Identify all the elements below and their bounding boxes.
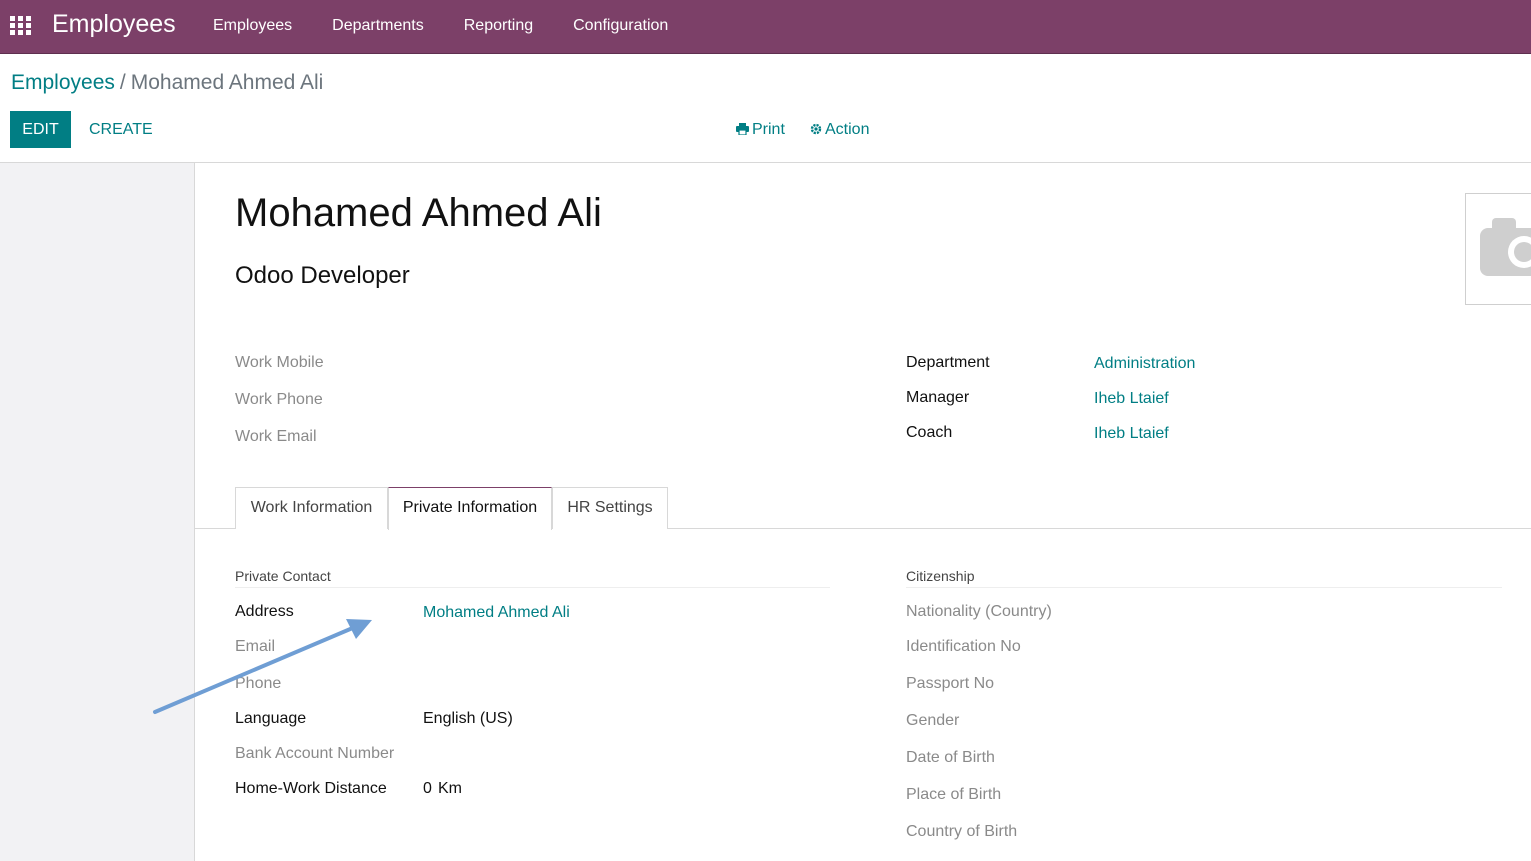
- language-value: English (US): [423, 710, 513, 727]
- main-menu: Employees Departments Reporting Configur…: [213, 17, 708, 35]
- place-of-birth-label: Place of Birth: [906, 786, 1002, 803]
- passport-label: Passport No: [906, 675, 995, 692]
- private-contact-title: Private Contact: [235, 568, 331, 584]
- avatar[interactable]: [1465, 193, 1531, 305]
- left-gutter: [0, 163, 195, 861]
- manager-label: Manager: [906, 389, 970, 406]
- home-work-distance-label: Home-Work Distance: [235, 780, 387, 797]
- work-mobile-label: Work Mobile: [235, 354, 324, 371]
- date-of-birth-label: Date of Birth: [906, 749, 995, 766]
- work-email-label: Work Email: [235, 428, 317, 445]
- private-contact-rule: [235, 587, 830, 588]
- home-work-distance-value: 0: [423, 780, 432, 797]
- breadcrumb-separator: /: [119, 71, 126, 94]
- printer-icon: [736, 121, 752, 138]
- bank-account-label: Bank Account Number: [235, 745, 395, 762]
- citizenship-rule: [906, 587, 1502, 588]
- breadcrumb-current: Mohamed Ahmed Ali: [130, 71, 324, 94]
- home-work-distance-unit: Km: [438, 780, 462, 797]
- gender-label: Gender: [906, 712, 960, 729]
- menu-employees[interactable]: Employees: [213, 17, 292, 35]
- coach-label: Coach: [906, 424, 953, 441]
- country-of-birth-label: Country of Birth: [906, 823, 1018, 840]
- breadcrumb: Employees / Mohamed Ahmed Ali: [11, 71, 323, 95]
- tab-hr-settings[interactable]: HR Settings: [552, 487, 668, 529]
- annotation-arrow: [153, 619, 372, 714]
- tab-private-information[interactable]: Private Information: [388, 487, 552, 530]
- form-sheet: Mohamed Ahmed Ali Odoo Developer Work Mo…: [195, 163, 1531, 861]
- camera-icon: [1480, 218, 1531, 276]
- app-title[interactable]: Employees: [52, 10, 176, 39]
- menu-departments[interactable]: Departments: [332, 17, 424, 35]
- action-button[interactable]: Action: [810, 121, 869, 139]
- department-label: Department: [906, 354, 990, 371]
- gear-icon: [810, 121, 825, 138]
- employee-name: Mohamed Ahmed Ali: [235, 191, 602, 235]
- print-label: Print: [752, 121, 785, 138]
- work-phone-label: Work Phone: [235, 391, 323, 408]
- identification-label: Identification No: [906, 638, 1021, 655]
- coach-value[interactable]: Iheb Ltaief: [1094, 425, 1169, 443]
- menu-reporting[interactable]: Reporting: [464, 17, 533, 35]
- action-label: Action: [825, 121, 870, 138]
- nationality-label: Nationality (Country): [906, 603, 1052, 620]
- citizenship-title: Citizenship: [906, 568, 975, 584]
- address-value[interactable]: Mohamed Ahmed Ali: [423, 604, 570, 622]
- breadcrumb-parent[interactable]: Employees: [11, 71, 115, 94]
- top-navbar: Employees Employees Departments Reportin…: [0, 0, 1531, 54]
- department-value[interactable]: Administration: [1094, 355, 1195, 373]
- edit-button[interactable]: EDIT: [10, 111, 71, 148]
- create-button[interactable]: CREATE: [80, 111, 162, 148]
- print-button[interactable]: Print: [736, 121, 785, 139]
- manager-value[interactable]: Iheb Ltaief: [1094, 390, 1169, 408]
- control-panel: Employees / Mohamed Ahmed Ali EDIT CREATE …: [0, 54, 1531, 163]
- employee-job-title: Odoo Developer: [235, 262, 410, 289]
- grid-icon[interactable]: [10, 16, 32, 36]
- menu-configuration[interactable]: Configuration: [573, 17, 668, 35]
- tab-work-information[interactable]: Work Information: [235, 487, 388, 529]
